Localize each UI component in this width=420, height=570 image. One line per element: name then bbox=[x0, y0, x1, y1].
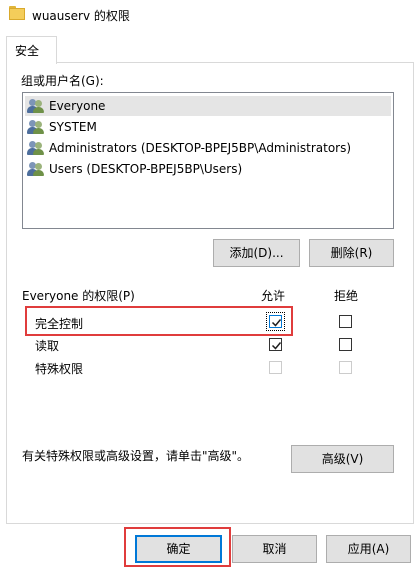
advanced-info-text: 有关特殊权限或高级设置，请单击"高级"。 bbox=[22, 449, 250, 463]
perm-special-label: 特殊权限 bbox=[35, 362, 84, 376]
deny-header: 拒绝 bbox=[334, 289, 359, 303]
window-title: wuauserv 的权限 bbox=[32, 9, 130, 23]
user-group-icon bbox=[27, 161, 45, 177]
tab-security[interactable]: 安全 bbox=[6, 36, 57, 64]
list-item-label: Administrators (DESKTOP-BPEJ5BP\Administ… bbox=[49, 141, 352, 155]
list-item-system[interactable]: SYSTEM bbox=[25, 117, 391, 137]
list-item-everyone[interactable]: Everyone bbox=[25, 96, 391, 116]
perm-read-label: 读取 bbox=[35, 339, 60, 353]
folder-icon bbox=[9, 6, 25, 20]
user-group-icon bbox=[27, 119, 45, 135]
user-group-icon bbox=[27, 98, 45, 114]
advanced-button[interactable]: 高级(V) bbox=[291, 445, 394, 473]
permissions-label: Everyone 的权限(P) bbox=[22, 289, 135, 303]
user-group-icon bbox=[27, 140, 45, 156]
list-item-users[interactable]: Users (DESKTOP-BPEJ5BP\Users) bbox=[25, 159, 391, 179]
add-button[interactable]: 添加(D)... bbox=[213, 239, 300, 267]
read-deny-checkbox[interactable] bbox=[339, 338, 352, 351]
highlight-box-ok bbox=[124, 527, 231, 567]
special-allow-checkbox bbox=[269, 361, 282, 374]
remove-button[interactable]: 删除(R) bbox=[309, 239, 394, 267]
list-item-label: SYSTEM bbox=[49, 120, 97, 134]
highlight-box-full-control bbox=[25, 306, 293, 336]
users-listbox[interactable]: Everyone SYSTEM Administrators (DESKTOP-… bbox=[22, 92, 394, 229]
allow-header: 允许 bbox=[261, 289, 286, 303]
users-label: 组或用户名(G): bbox=[21, 74, 104, 88]
list-item-administrators[interactable]: Administrators (DESKTOP-BPEJ5BP\Administ… bbox=[25, 138, 391, 158]
list-item-label: Everyone bbox=[49, 99, 106, 113]
check-icon bbox=[271, 342, 282, 350]
read-allow-checkbox[interactable] bbox=[269, 338, 282, 351]
tab-strip: 安全 bbox=[0, 36, 420, 64]
full-control-deny-checkbox[interactable] bbox=[339, 315, 352, 328]
special-deny-checkbox bbox=[339, 361, 352, 374]
title-bar: wuauserv 的权限 bbox=[0, 0, 420, 30]
apply-button[interactable]: 应用(A) bbox=[326, 535, 411, 563]
list-item-label: Users (DESKTOP-BPEJ5BP\Users) bbox=[49, 162, 243, 176]
cancel-button[interactable]: 取消 bbox=[232, 535, 317, 563]
